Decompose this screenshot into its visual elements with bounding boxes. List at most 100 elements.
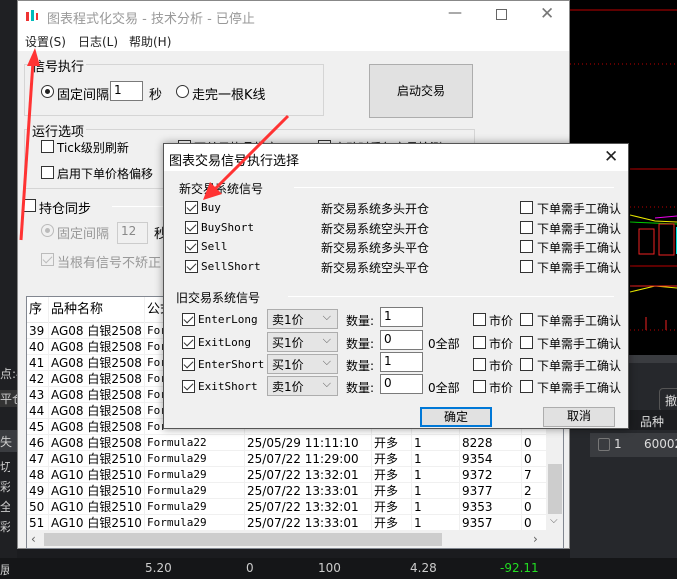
dialog-close-button[interactable]: ✕ xyxy=(604,147,618,167)
manual-confirm-label: 下单需手工确认 xyxy=(537,359,622,373)
column-header[interactable]: 序 xyxy=(27,297,49,323)
divider xyxy=(288,296,614,297)
manual-confirm-checkbox[interactable] xyxy=(520,201,533,214)
table-cell: 51 xyxy=(27,515,49,531)
row-checkbox[interactable] xyxy=(598,438,610,451)
scroll-down-arrow[interactable]: ⌵ xyxy=(550,515,558,526)
manual-confirm-checkbox[interactable] xyxy=(520,221,533,234)
qty-input[interactable]: 0 xyxy=(380,330,423,350)
table-cell: 25/07/22 11:29:00 xyxy=(245,451,372,467)
cancel-order-button[interactable]: 撤 xyxy=(659,388,677,412)
table-row[interactable]: 46 AG08 白银2508 Formula22 25/05/29 11:11:10 开… xyxy=(27,435,547,451)
signal-checkbox-buy[interactable] xyxy=(185,201,198,214)
position-sync-checkbox[interactable] xyxy=(23,199,36,212)
table-cell: Formula29 xyxy=(145,451,245,467)
manual-confirm-label: 下单需手工确认 xyxy=(537,222,622,236)
table-cell: 0 xyxy=(522,451,547,467)
old-signals-heading: 旧交易系统信号 xyxy=(176,291,261,305)
table-row[interactable]: 49 AG10 白银2510 Formula29 25/07/22 13:33:01 开… xyxy=(27,483,547,499)
market-price-checkbox[interactable] xyxy=(473,380,486,393)
signal-checkbox-entershort[interactable] xyxy=(182,358,195,371)
candle xyxy=(658,223,675,256)
all-label: 0全部 xyxy=(428,381,460,395)
manual-confirm-checkbox[interactable] xyxy=(520,240,533,253)
qty-input[interactable]: 1 xyxy=(380,352,423,372)
scrollbar-thumb[interactable] xyxy=(548,464,562,514)
table-cell: 25/07/22 13:32:01 xyxy=(245,499,372,515)
signal-checkbox-sell[interactable] xyxy=(185,240,198,253)
interval-input[interactable]: 1 xyxy=(110,81,143,101)
close-button[interactable]: ✕ xyxy=(540,4,554,24)
table-row[interactable]: 48 AG10 白银2510 Formula29 25/07/22 13:32:01 开… xyxy=(27,467,547,483)
column-header[interactable]: 品种名称 xyxy=(49,297,145,323)
price-type-select[interactable]: 卖1价 xyxy=(267,376,338,396)
table-cell: 2 xyxy=(522,483,547,499)
fixed-interval-radio[interactable] xyxy=(41,85,54,98)
table-cell: 25/07/22 13:33:01 xyxy=(245,515,372,531)
fixed-interval-label: 固定间隔 xyxy=(57,88,110,103)
scrollbar-thumb[interactable] xyxy=(44,533,442,546)
table-cell: 开多 xyxy=(372,499,412,515)
qty-label: 数量: xyxy=(346,314,375,328)
menu-help[interactable]: 帮助(H) xyxy=(129,33,171,50)
row-code: 60002 xyxy=(644,437,677,451)
menu-log[interactable]: 日志(L) xyxy=(78,33,118,50)
left-label: 彩 xyxy=(0,520,10,534)
manual-confirm-checkbox[interactable] xyxy=(520,260,533,273)
menu-settings[interactable]: 设置(S) xyxy=(25,33,66,50)
market-price-label: 市价 xyxy=(489,337,514,351)
market-price-checkbox[interactable] xyxy=(473,336,486,349)
signal-checkbox-enterlong[interactable] xyxy=(182,313,195,326)
left-label: 点:4 xyxy=(0,367,17,381)
scroll-left-arrow[interactable]: ‹ xyxy=(31,532,36,546)
market-price-checkbox[interactable] xyxy=(473,358,486,371)
signal-desc: 新交易系统多头开仓 xyxy=(321,202,430,216)
market-price-label: 市价 xyxy=(489,314,514,328)
table-cell: 9357 xyxy=(460,515,522,531)
table-cell: 1 xyxy=(412,451,460,467)
price-type-select[interactable]: 买1价 xyxy=(267,332,338,352)
price-type-select[interactable]: 卖1价 xyxy=(267,309,338,329)
divider xyxy=(294,187,614,188)
maximize-button[interactable] xyxy=(496,9,507,20)
all-label: 0全部 xyxy=(428,337,460,351)
no-correct-checkbox[interactable] xyxy=(41,253,54,266)
table-cell: 41 xyxy=(27,355,49,371)
signal-checkbox-exitshort[interactable] xyxy=(182,380,195,393)
table-row[interactable]: 51 AG10 白银2510 Formula29 25/07/22 13:33:01 开… xyxy=(27,515,547,531)
dialog-title: 图表交易信号执行选择 xyxy=(169,154,300,169)
table-cell: 开多 xyxy=(372,451,412,467)
ok-button[interactable]: 确定 xyxy=(420,407,492,427)
qty-input[interactable]: 0 xyxy=(380,374,423,394)
sync-fixed-interval-radio[interactable] xyxy=(41,224,54,237)
qty-input[interactable]: 1 xyxy=(380,307,423,327)
tick-refresh-checkbox[interactable] xyxy=(41,140,54,153)
manual-confirm-checkbox[interactable] xyxy=(520,358,533,371)
manual-confirm-checkbox[interactable] xyxy=(520,313,533,326)
horizontal-scrollbar[interactable]: ‹ › xyxy=(27,531,563,548)
signal-checkbox-buyshort[interactable] xyxy=(185,221,198,234)
start-trading-button[interactable]: 启动交易 xyxy=(369,64,473,118)
table-row[interactable]: 47 AG10 白银2510 Formula29 25/07/22 11:29:00 开… xyxy=(27,451,547,467)
candle xyxy=(638,228,655,255)
sync-interval-input[interactable]: 12 xyxy=(117,222,148,244)
per-bar-radio[interactable] xyxy=(176,85,189,98)
signal-checkbox-sellshort[interactable] xyxy=(185,260,198,273)
market-price-label: 市价 xyxy=(489,381,514,395)
table-cell: 40 xyxy=(27,339,49,355)
signal-name: EnterLong xyxy=(198,313,258,326)
manual-confirm-checkbox[interactable] xyxy=(520,380,533,393)
market-price-checkbox[interactable] xyxy=(473,313,486,326)
table-row[interactable]: 50 AG10 白银2510 Formula29 25/07/22 13:32:01 开… xyxy=(27,499,547,515)
summary-label: 展 xyxy=(0,563,9,577)
minimize-button[interactable]: — xyxy=(448,5,462,21)
scroll-right-arrow[interactable]: › xyxy=(533,532,538,546)
table-cell: 0 xyxy=(522,499,547,515)
cancel-button[interactable]: 取消 xyxy=(543,407,615,427)
price-offset-checkbox[interactable] xyxy=(41,166,54,179)
table-cell: 开多 xyxy=(372,483,412,499)
signal-checkbox-exitlong[interactable] xyxy=(182,336,195,349)
manual-confirm-checkbox[interactable] xyxy=(520,336,533,349)
signal-name: BuyShort xyxy=(201,221,254,234)
price-type-select[interactable]: 买1价 xyxy=(267,354,338,374)
